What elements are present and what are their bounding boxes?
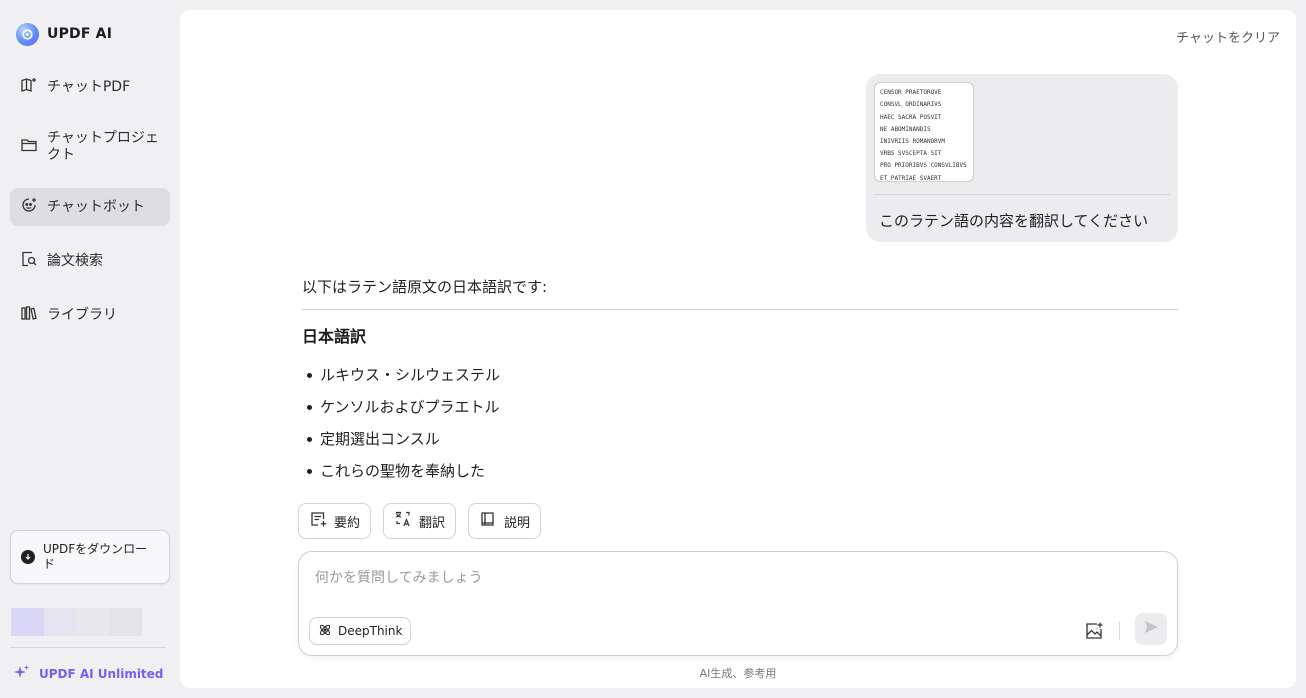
sidebar-item-label: チャットボット: [47, 198, 145, 215]
composer-separator: [1119, 622, 1120, 640]
sidebar-item-library[interactable]: ライブラリ: [10, 296, 170, 334]
user-message-text: このラテン語の内容を翻訳してください: [879, 212, 1149, 230]
brand-name: UPDF AI: [47, 26, 113, 42]
list-item: 定期選出コンスル: [302, 423, 1178, 455]
sidebar-item-chat-project[interactable]: チャットプロジェクト: [10, 122, 170, 172]
thumbnail-text-line: CONSVL ORDINARIVS: [880, 101, 942, 109]
sidebar-item-paper-search[interactable]: 論文検索: [10, 242, 170, 280]
summarize-button[interactable]: 要約: [298, 503, 372, 539]
summary-icon: [309, 510, 327, 532]
chat-input[interactable]: [315, 568, 1155, 588]
explain-book-icon: [479, 510, 497, 532]
thumbnail-text-line: PRO PRIORIBVS CONSVLIBVS: [880, 162, 967, 170]
answer-intro: 以下はラテン語原文の日本語訳です:: [302, 278, 548, 296]
updf-logo-icon: [16, 22, 39, 46]
thumbnail-text-line: VRBS SVSCEPTA SIT: [880, 150, 942, 158]
sidebar-item-chatbot[interactable]: チャットボット: [10, 188, 170, 226]
chat-panel: チャットをクリア CVCIVS SILVESTERCENSOR PRAETORQ…: [180, 10, 1296, 688]
image-upload-icon[interactable]: [1084, 621, 1104, 641]
thumbnail-text-line: NE ABOMINANDIS: [880, 125, 931, 133]
deepthink-toggle[interactable]: DeepThink: [309, 617, 412, 645]
assistant-answer: 以下はラテン語原文の日本語訳です: 日本語訳 ルキウス・シルウェステル ケンソル…: [302, 276, 1178, 487]
download-label: UPDFをダウンロード: [43, 542, 148, 571]
action-label: 説明: [504, 515, 531, 531]
action-label: 要約: [334, 515, 361, 531]
answer-list: ルキウス・シルウェステル ケンソルおよびプラエトル 定期選出コンスル これらの聖…: [302, 359, 1178, 487]
list-item: ルキウス・シルウェステル: [302, 359, 1178, 391]
unlimited-label: UPDF AI Unlimited: [39, 666, 164, 681]
sparkle-icon: [14, 664, 30, 683]
message-composer: DeepThink: [298, 551, 1178, 656]
clear-chat-button[interactable]: チャットをクリア: [1176, 27, 1280, 46]
thumbnail-text-lines: CVCIVS SILVESTERCENSOR PRAETORQVECONSVL …: [880, 83, 968, 182]
sidebar: UPDF AI チャットPDF チャットプロジェクト チャットボット 論文検索: [0, 0, 180, 698]
attached-image-thumbnail[interactable]: CVCIVS SILVESTERCENSOR PRAETORQVECONSVL …: [874, 82, 974, 182]
thumbnail-text-line: HAEC SACRA POSVIT: [880, 113, 942, 121]
upgrade-unlimited-link[interactable]: UPDF AI Unlimited: [14, 664, 163, 683]
deepthink-label: DeepThink: [338, 624, 403, 638]
brand[interactable]: UPDF AI: [16, 22, 112, 46]
download-icon: [21, 550, 35, 564]
atom-icon: [318, 623, 332, 640]
list-item: これらの聖物を奉納した: [302, 455, 1178, 487]
user-message-bubble: CVCIVS SILVESTERCENSOR PRAETORQVECONSVL …: [866, 74, 1178, 242]
translate-button[interactable]: 翻訳: [383, 503, 457, 539]
send-icon: [1143, 619, 1159, 639]
send-button[interactable]: [1135, 613, 1167, 645]
sidebar-item-label: チャットプロジェクト: [47, 130, 159, 163]
library-icon: [20, 304, 38, 326]
sidebar-item-label: チャットPDF: [47, 78, 131, 95]
book-sparkle-icon: [20, 76, 38, 98]
sidebar-item-chat-pdf[interactable]: チャットPDF: [10, 68, 170, 106]
sidebar-item-label: 論文検索: [47, 252, 103, 269]
bot-face-icon: [20, 196, 38, 218]
paper-search-icon: [20, 250, 38, 272]
thumbnail-text-line: ET PATRIAE SVAERT: [880, 174, 942, 182]
thumbnail-text-line: INIVRIIS ROMANORVM: [880, 138, 946, 146]
answer-heading: 日本語訳: [302, 327, 367, 346]
sidebar-item-label: ライブラリ: [47, 306, 117, 323]
user-account-placeholder[interactable]: [11, 608, 142, 636]
list-item: ケンソルおよびプラエトル: [302, 391, 1178, 423]
explain-button[interactable]: 説明: [468, 503, 542, 539]
answer-divider: [302, 309, 1178, 310]
thumbnail-text-line: CENSOR PRAETORQVE: [880, 89, 942, 97]
sidebar-divider: [10, 647, 166, 648]
translate-icon: [394, 510, 412, 532]
action-label: 翻訳: [419, 515, 446, 531]
bubble-divider: [874, 194, 1170, 195]
download-updf-button[interactable]: UPDFをダウンロード: [10, 530, 170, 584]
ai-disclaimer: AI生成、参考用: [699, 667, 777, 680]
folder-icon: [20, 136, 38, 158]
answer-actions: 要約 翻訳 説明: [298, 503, 542, 539]
sidebar-nav: チャットPDF チャットプロジェクト チャットボット 論文検索 ライブラリ: [10, 68, 170, 334]
